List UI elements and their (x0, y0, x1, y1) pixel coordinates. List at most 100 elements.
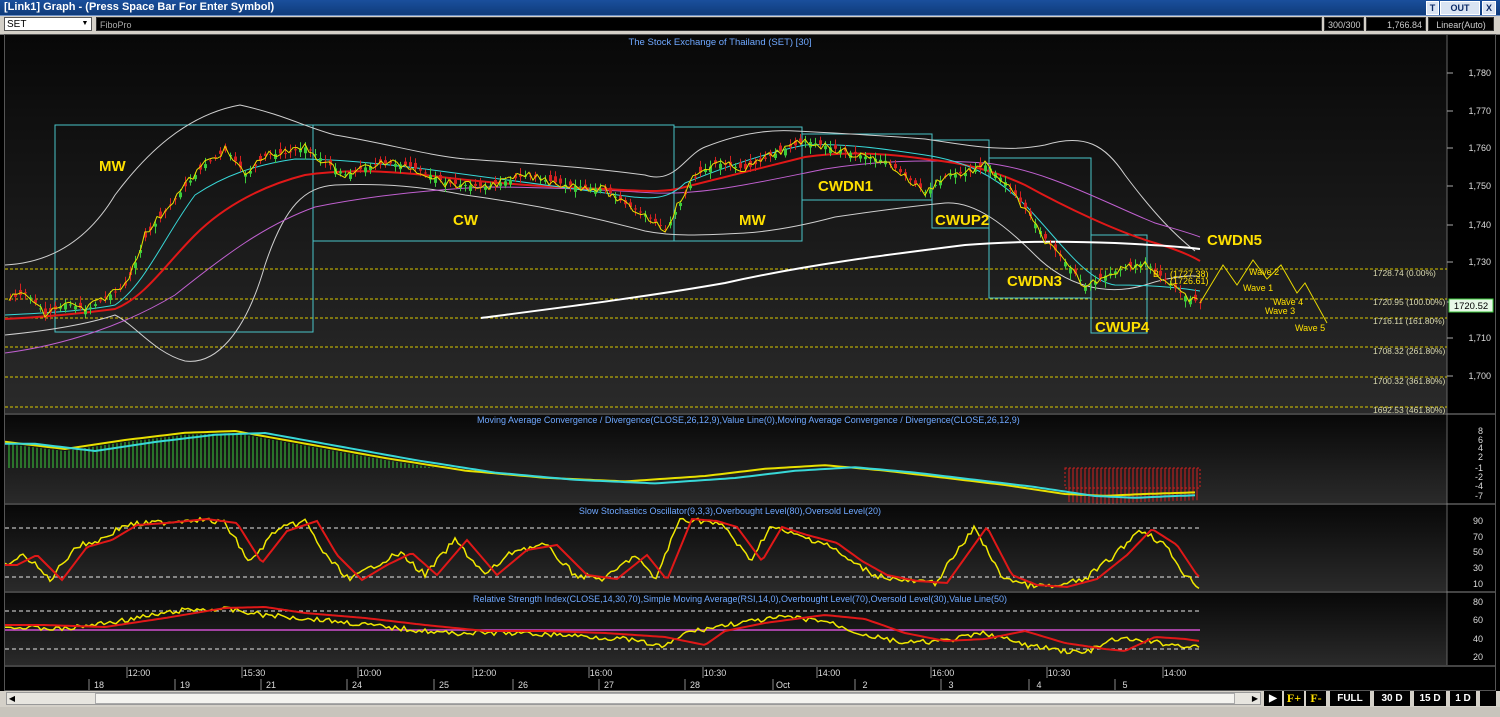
candle-body (719, 163, 722, 169)
f-plus-button[interactable]: F+ (1284, 691, 1304, 706)
title-bar: [Link1] Graph - (Press Space Bar For Ent… (0, 0, 1500, 16)
candle-body (819, 140, 822, 145)
t-button[interactable]: T (1426, 1, 1439, 15)
toolbar: SET ▼ FiboPro 300/300 1,766.84 Linear(Au… (0, 16, 1500, 35)
last-price-value: 1720.52 (1454, 301, 1488, 312)
macd-tick-label: -7 (1475, 491, 1483, 501)
symbol-input[interactable]: SET ▼ (4, 17, 92, 31)
x-time-label: 10:00 (359, 668, 382, 678)
candle-body (179, 192, 182, 198)
scroll-right-icon[interactable]: ▶ (1250, 693, 1260, 704)
candle-body (474, 183, 477, 186)
x-date-label: Oct (776, 680, 791, 690)
scrollbar-thumb[interactable] (95, 693, 1235, 704)
x-time-label: 14:00 (1164, 668, 1187, 678)
x-date-label: 18 (94, 680, 104, 690)
rsi-tick-label: 40 (1473, 634, 1483, 644)
candle-body (1044, 233, 1047, 239)
pattern-label: MW (739, 212, 766, 229)
candle-body (854, 151, 857, 155)
wave-label: Wave 2 (1249, 267, 1279, 277)
out-button[interactable]: OUT (1440, 1, 1480, 15)
candle-body (349, 173, 352, 179)
candle-body (409, 162, 412, 167)
candle-body (1149, 266, 1152, 268)
price-field: 1,766.84 (1366, 17, 1426, 31)
x-time-label: 12:00 (474, 668, 497, 678)
time-scrollbar[interactable]: ◀ ▶ (6, 692, 1261, 705)
macd-tick-label: -4 (1475, 481, 1483, 491)
x-date-label: 3 (948, 680, 953, 690)
candle-body (589, 187, 592, 190)
candle-body (24, 292, 27, 294)
candle-body (284, 153, 287, 155)
candle-body (114, 291, 117, 293)
candle-body (374, 164, 377, 166)
15d-button[interactable]: 15 D (1414, 691, 1446, 706)
candle-body (694, 176, 697, 178)
chart-area[interactable]: The Stock Exchange of Thailand (SET) [30… (4, 34, 1496, 691)
y-tick-label: 1,700 (1468, 371, 1491, 381)
candle-body (394, 163, 397, 167)
candle-body (479, 181, 482, 187)
candle-body (294, 149, 297, 151)
fib-level-label: 1720.95 (100.00%) (1373, 297, 1445, 307)
x-date-label: 4 (1036, 680, 1041, 690)
candle-body (339, 171, 342, 174)
pattern-label: CWDN3 (1007, 273, 1062, 290)
candle-body (834, 144, 837, 149)
close-button[interactable]: X (1482, 1, 1496, 15)
candle-body (609, 187, 612, 193)
candle-body (504, 181, 507, 186)
y-tick-label: 1,770 (1468, 106, 1491, 116)
y-tick-label: 1,710 (1468, 333, 1491, 343)
scroll-left-icon[interactable]: ◀ (7, 693, 17, 704)
x-time-label: 16:00 (932, 668, 955, 678)
candle-body (94, 304, 97, 306)
x-date-label: 25 (439, 680, 449, 690)
pattern-label: CWUP4 (1095, 319, 1150, 336)
fib-price-note: (1726.61) (1170, 276, 1209, 286)
scale-dropdown[interactable]: Linear(Auto) (1428, 17, 1494, 31)
fib-level-label: 1692.53 (461.80%) (1373, 405, 1445, 415)
30d-button[interactable]: 30 D (1374, 691, 1410, 706)
candle-body (559, 178, 562, 184)
f-minus-button[interactable]: F- (1306, 691, 1326, 706)
candle-body (984, 165, 987, 172)
x-time-label: 14:00 (818, 668, 841, 678)
bars-field: 300/300 (1324, 17, 1364, 31)
chevron-down-icon[interactable]: ▼ (80, 19, 90, 29)
bottom-bar: ◀ ▶ ▶ F+ F- FULL 30 D 15 D 1 D (0, 691, 1500, 717)
y-tick-label: 1,730 (1468, 257, 1491, 267)
candle-body (784, 149, 787, 156)
candle-body (654, 218, 657, 222)
candle-body (909, 178, 912, 181)
candle-body (824, 146, 827, 150)
stoch-tick-label: 70 (1473, 532, 1483, 542)
candle-body (689, 185, 692, 189)
extra-button[interactable] (1480, 691, 1496, 706)
stoch-panel-title: Slow Stochastics Oscillator(9,3,3),Overb… (579, 506, 881, 516)
fib-level-label: 1700.32 (361.80%) (1373, 376, 1445, 386)
stoch-tick-label: 30 (1473, 563, 1483, 573)
rsi-tick-label: 60 (1473, 615, 1483, 625)
rsi-tick-label: 80 (1473, 597, 1483, 607)
x-date-label: 19 (180, 680, 190, 690)
full-button[interactable]: FULL (1330, 691, 1370, 706)
wave-label: Wave 3 (1265, 306, 1295, 316)
x-date-label: 27 (604, 680, 614, 690)
stoch-tick-label: 90 (1473, 516, 1483, 526)
x-date-label: 28 (690, 680, 700, 690)
candle-body (464, 184, 467, 186)
candle-body (364, 167, 367, 173)
tool-field[interactable]: FiboPro (96, 17, 1322, 31)
chart-svg[interactable]: The Stock Exchange of Thailand (SET) [30… (4, 35, 1495, 690)
pattern-label: MW (99, 158, 126, 175)
1d-button[interactable]: 1 D (1450, 691, 1476, 706)
x-time-label: 10:30 (704, 668, 727, 678)
candle-body (384, 160, 387, 164)
candle-body (949, 174, 952, 177)
symbol-value: SET (7, 19, 27, 30)
play-icon[interactable]: ▶ (1264, 691, 1282, 706)
candle-body (484, 186, 487, 190)
